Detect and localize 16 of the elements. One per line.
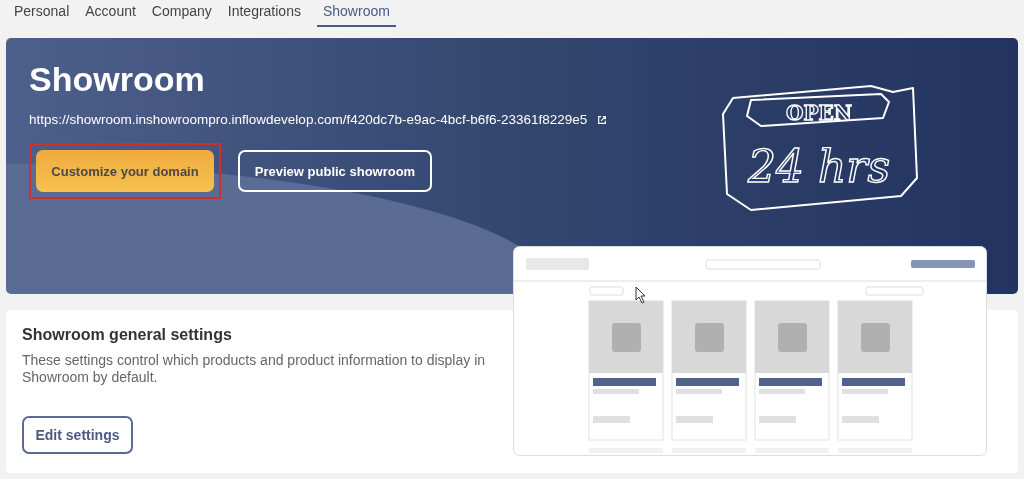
sign-text: OPEN (786, 101, 852, 125)
tab[interactable]: Personal (14, 3, 70, 25)
page-title: Showroom (29, 59, 206, 100)
section-title: Showroom general settings (22, 326, 233, 344)
sign-text: 24 hrs (748, 141, 890, 192)
tab[interactable]: Integrations (227, 3, 301, 25)
tab[interactable]: Company (151, 3, 212, 25)
hero-button[interactable]: Preview public showroom (238, 150, 432, 192)
hero-button[interactable]: Customize your domain (36, 150, 214, 192)
tab[interactable]: Showroom (316, 3, 396, 27)
edit-settings-button[interactable]: Edit settings (22, 416, 133, 454)
section-description: These settings control which products and product information to display in Showroom by default. (22, 352, 487, 386)
tab[interactable]: Account (85, 3, 136, 25)
cursor-icon (635, 286, 647, 304)
showroom-link[interactable]: https://showroom.inshowroompro.inflowdevelop.com/f420dc7b-e9ac-4bcf-b6f6-23361f8229e5 (29, 112, 588, 127)
external-link-icon[interactable] (597, 114, 608, 125)
